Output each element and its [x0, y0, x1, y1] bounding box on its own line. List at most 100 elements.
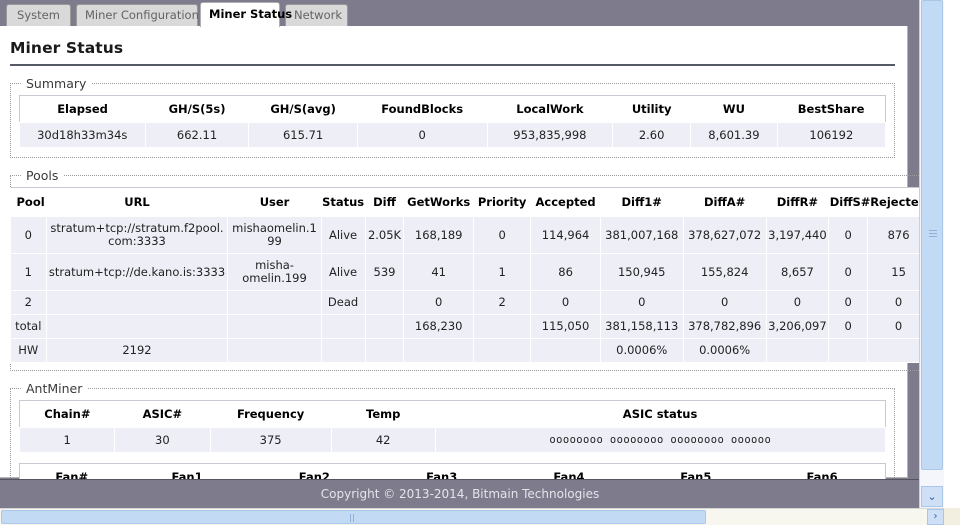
summary-header-cell: LocalWork: [487, 95, 613, 123]
pool-cell-url: [45, 290, 229, 315]
tab-network[interactable]: Network: [285, 4, 348, 26]
summary-table: Elapsed GH/S(5s) GH/S(avg) FoundBlocks L…: [19, 95, 887, 148]
scrollbar-grip-icon: [349, 514, 358, 522]
summary-header-cell: Elapsed: [19, 95, 146, 123]
pool-cell-priority: 1: [472, 253, 532, 291]
summary-cell: 30d18h33m34s: [19, 122, 146, 148]
pools-header-cell: Diff: [365, 187, 404, 217]
pool-cell-diff: 539: [364, 253, 405, 291]
footer-copyright: Copyright © 2013-2014, Bitmain Technolog…: [0, 479, 920, 508]
pool-cell-hw-count: 2192: [45, 338, 229, 363]
summary-cell: 0: [356, 122, 488, 148]
pool-cell-status: Alive: [320, 253, 366, 291]
pool-cell-index: total: [10, 314, 47, 339]
pool-cell-accepted: 0: [530, 290, 601, 315]
table-row: 0 stratum+tcp://stratum.f2pool.com:3333 …: [10, 216, 930, 254]
pools-header-cell: Status: [321, 187, 366, 217]
chain-cell-frequency: 375: [209, 427, 332, 453]
tab-miner-configuration[interactable]: Miner Configuration: [76, 4, 199, 26]
summary-header-cell: GH/S(5s): [145, 95, 249, 123]
pools-header-cell: Diff1#: [600, 187, 684, 217]
summary-section: Summary Elapsed GH/S(5s) GH/S(avg) Found…: [10, 76, 895, 158]
pool-cell-accepted: 115,050: [530, 314, 601, 339]
horizontal-scrollbar-thumb[interactable]: [1, 510, 706, 524]
summary-header-cell: WU: [690, 95, 778, 123]
pool-cell-diffs: 0: [828, 314, 869, 339]
tab-system[interactable]: System: [6, 4, 71, 26]
summary-cell: 662.11: [144, 122, 250, 148]
chain-cell-asic-status: oooooooo oooooooo oooooooo oooooo: [434, 427, 887, 453]
pool-cell-user: [227, 290, 322, 315]
pool-cell-diffr: 3,197,440: [765, 216, 830, 254]
summary-header-row: Elapsed GH/S(5s) GH/S(avg) FoundBlocks L…: [19, 95, 886, 123]
pool-cell-user: mishaomelin.199: [227, 216, 322, 254]
pool-cell-diff: [364, 338, 405, 363]
antminer-header-cell: ASIC#: [114, 400, 210, 428]
pools-table: Pool URL User Status Diff GetWorks Prior…: [10, 187, 930, 363]
pool-cell-getworks: [403, 338, 474, 363]
scroll-down-arrow-icon[interactable]: ⌄: [921, 486, 943, 507]
chain-cell-asic-count: 30: [114, 427, 211, 453]
table-row: total 168,230 115,050 381,158,113 378,78…: [10, 314, 930, 339]
pool-cell-status: [320, 314, 366, 339]
tab-bar: System Miner Configuration Miner Status …: [0, 0, 920, 27]
pools-header-cell: Pool: [10, 187, 47, 217]
pool-cell-index: 0: [10, 216, 47, 254]
pools-header-cell: Priority: [473, 187, 531, 217]
pool-cell-priority: [472, 314, 532, 339]
pools-legend: Pools: [26, 168, 59, 183]
pool-cell-diffs: 0: [828, 290, 869, 315]
summary-header-cell: BestShare: [777, 95, 886, 123]
pool-cell-diff1-pct: 0.0006%: [599, 338, 684, 363]
pool-cell-diff: [364, 314, 405, 339]
browser-viewport: System Miner Configuration Miner Status …: [0, 0, 960, 525]
page-title: Miner Status: [10, 39, 124, 57]
pool-cell-diffa: 378,782,896: [682, 314, 767, 339]
summary-header-cell: Utility: [612, 95, 691, 123]
content-panel: Miner Status Summary Elapsed GH/S(5s) GH…: [0, 26, 939, 525]
table-row: 2 Dead 0 2 0 0 0 0 0 0: [10, 290, 930, 315]
table-row: HW 2192 0.0006% 0.0006%: [10, 338, 930, 363]
summary-header-cell: GH/S(avg): [248, 95, 358, 123]
horizontal-scrollbar[interactable]: ›: [0, 508, 944, 525]
antminer-header-cell: ASIC status: [435, 400, 886, 428]
pool-cell-getworks: 0: [403, 290, 474, 315]
table-row: 30d18h33m34s 662.11 615.71 0 953,835,998…: [19, 122, 887, 148]
pool-cell-diff1: 381,007,168: [599, 216, 684, 254]
pool-cell-priority: 0: [472, 216, 532, 254]
pools-header-cell: GetWorks: [403, 187, 474, 217]
pools-header-cell: User: [227, 187, 322, 217]
pool-cell-user: [227, 338, 322, 363]
pool-cell-diffr: 8,657: [765, 253, 830, 291]
pool-cell-url: stratum+tcp://de.kano.is:3333: [45, 253, 229, 291]
antminer-legend: AntMiner: [26, 381, 83, 396]
antminer-header-cell: Frequency: [210, 400, 332, 428]
pool-cell-diffa: 378,627,072: [682, 216, 767, 254]
pool-cell-diffr: [765, 338, 830, 363]
pool-cell-diffr: 0: [765, 290, 830, 315]
scroll-right-arrow-icon[interactable]: ›: [927, 509, 944, 525]
table-row: 1 stratum+tcp://de.kano.is:3333 misha-om…: [10, 253, 930, 291]
pool-cell-diffa: 155,824: [682, 253, 767, 291]
pool-cell-user: misha-omelin.199: [227, 253, 322, 291]
pools-header-cell: Accepted: [530, 187, 601, 217]
pool-cell-accepted: 114,964: [530, 216, 601, 254]
pools-header-row: Pool URL User Status Diff GetWorks Prior…: [10, 187, 930, 217]
pools-header-cell: URL: [46, 187, 228, 217]
pool-cell-priority: 2: [472, 290, 532, 315]
chain-cell-temp: 42: [330, 427, 436, 453]
pool-cell-diffa-pct: 0.0006%: [682, 338, 767, 363]
pools-header-cell: DiffS#: [828, 187, 870, 217]
pool-cell-url: stratum+tcp://stratum.f2pool.com:3333: [45, 216, 229, 254]
pool-cell-getworks: 168,189: [403, 216, 474, 254]
pools-header-cell: DiffA#: [683, 187, 767, 217]
vertical-scrollbar-thumb[interactable]: [921, 0, 943, 470]
pool-cell-index: 1: [10, 253, 47, 291]
scrollbar-corner: [944, 508, 960, 525]
tab-miner-status[interactable]: Miner Status: [200, 2, 292, 27]
antminer-header-cell: Temp: [331, 400, 436, 428]
pool-cell-status: Alive: [320, 216, 366, 254]
pool-cell-index: HW: [10, 338, 47, 363]
pool-cell-status: [320, 338, 366, 363]
vertical-scrollbar[interactable]: ⌄: [919, 0, 944, 508]
